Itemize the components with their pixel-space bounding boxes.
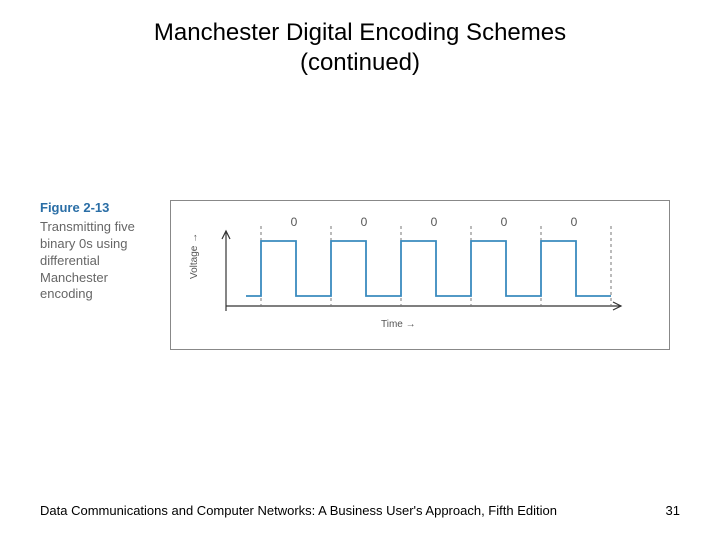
- x-axis-label: Time →: [381, 319, 416, 330]
- encoding-diagram: 0 0 0 0 0 Voltage → Time →: [170, 200, 670, 350]
- waveform-svg: [171, 201, 671, 351]
- signal-waveform: [246, 241, 611, 296]
- title-line-2: (continued): [300, 49, 420, 76]
- bit-label-2: 0: [424, 215, 444, 229]
- bit-label-0: 0: [284, 215, 304, 229]
- figure-area: Figure 2-13 Transmitting five binary 0s …: [40, 200, 680, 370]
- bit-label-3: 0: [494, 215, 514, 229]
- figure-caption-text: Transmitting five binary 0s using differ…: [40, 219, 135, 302]
- title-line-1: Manchester Digital Encoding Schemes: [154, 19, 566, 46]
- figure-caption: Figure 2-13 Transmitting five binary 0s …: [40, 200, 150, 303]
- footer-text: Data Communications and Computer Network…: [40, 503, 557, 518]
- page-title: Manchester Digital Encoding Schemes (con…: [0, 0, 720, 78]
- slide-footer: Data Communications and Computer Network…: [40, 503, 680, 518]
- y-axis-label: Voltage →: [189, 233, 200, 279]
- page-number: 31: [666, 503, 680, 518]
- figure-number: Figure 2-13: [40, 200, 150, 217]
- bit-label-4: 0: [564, 215, 584, 229]
- bit-label-1: 0: [354, 215, 374, 229]
